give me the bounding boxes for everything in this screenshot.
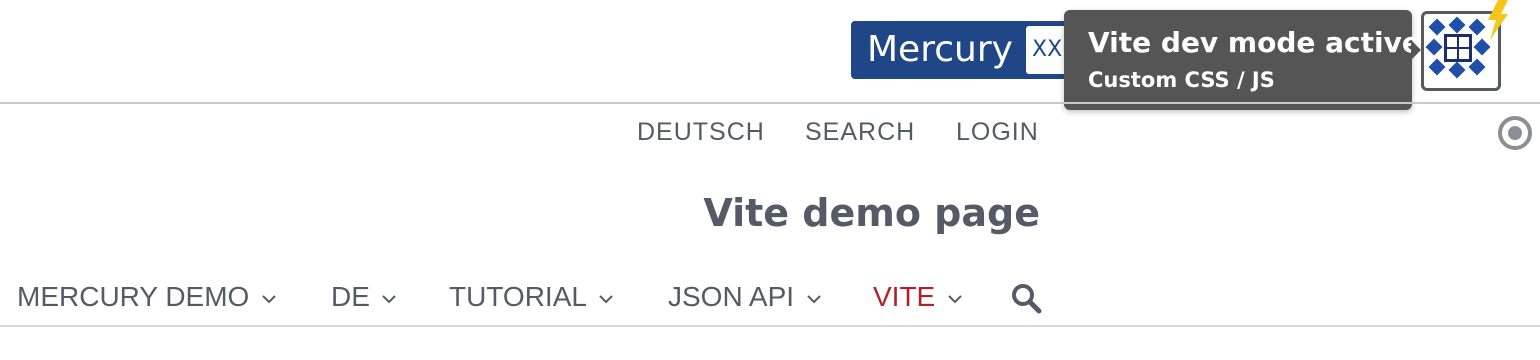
- tooltip-title: Vite dev mode active: [1088, 26, 1421, 59]
- toolbar-divider: [0, 102, 1540, 104]
- meta-link-login[interactable]: LOGIN: [956, 117, 1039, 147]
- main-nav: MERCURY DEMO DE TUTORIAL JSON API VITE: [0, 278, 1540, 318]
- nav-item-de[interactable]: DE: [331, 278, 397, 318]
- nav-item-vite[interactable]: VITE: [873, 278, 962, 318]
- nav-label: JSON API: [668, 281, 795, 312]
- nav-divider: [0, 325, 1540, 327]
- editor-toolbar: Mercury XXL ☰ 🔖 ↗ Vite dev mode active C…: [0, 0, 1540, 110]
- nav-item-tutorial[interactable]: TUTORIAL: [449, 278, 614, 318]
- search-icon[interactable]: [1010, 282, 1042, 314]
- lightning-icon: [1488, 0, 1508, 40]
- nav-label: VITE: [873, 281, 936, 312]
- chevron-down-icon: [262, 295, 276, 304]
- target-icon[interactable]: [1497, 115, 1533, 151]
- nav-item-json-api[interactable]: JSON API: [668, 278, 821, 318]
- vite-tooltip: Vite dev mode active Custom CSS / JS: [1064, 10, 1421, 110]
- nav-label: TUTORIAL: [449, 281, 587, 312]
- template-name: Mercury: [867, 29, 1013, 70]
- tooltip-subtitle: Custom CSS / JS: [1088, 68, 1275, 92]
- nav-item-mercury-demo[interactable]: MERCURY DEMO: [17, 278, 276, 318]
- meta-link-search[interactable]: SEARCH: [805, 117, 915, 147]
- tooltip-arrow: [1411, 40, 1421, 60]
- chevron-down-icon: [806, 295, 821, 304]
- chevron-down-icon: [599, 295, 614, 304]
- page-title: Vite demo page: [703, 191, 1040, 235]
- nav-label: MERCURY DEMO: [17, 281, 250, 312]
- nav-label: DE: [331, 281, 370, 312]
- meta-link-deutsch[interactable]: DEUTSCH: [637, 117, 765, 147]
- chevron-down-icon: [947, 295, 962, 304]
- chevron-down-icon: [382, 295, 397, 304]
- template-badge[interactable]: Mercury XXL: [851, 21, 1086, 79]
